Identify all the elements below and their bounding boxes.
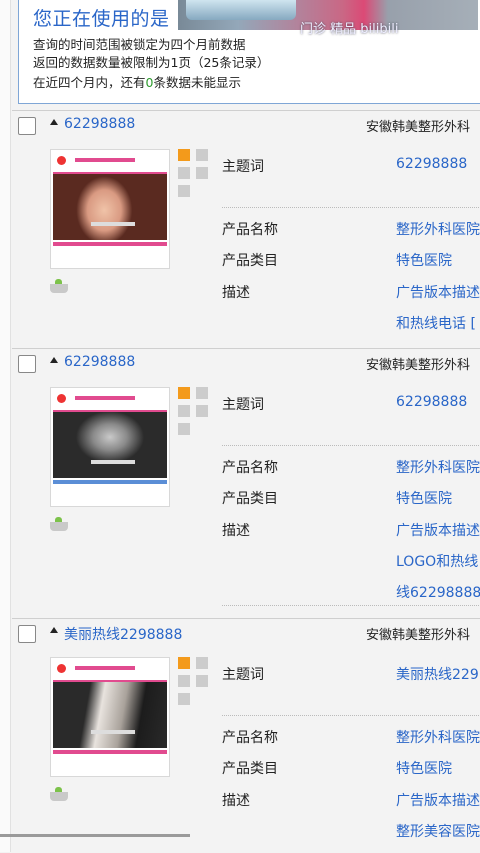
- basket-icon[interactable]: [50, 517, 68, 531]
- product-name-value[interactable]: 整形外科医院: [396, 727, 480, 747]
- category-value[interactable]: 特色医院: [396, 488, 452, 508]
- thumb-title-bar: [75, 158, 135, 162]
- description-line[interactable]: 广告版本描述: [396, 790, 480, 810]
- notice-title: 您正在使用的是: [33, 8, 170, 30]
- record-company: 安徽韩美整形外科: [366, 628, 471, 643]
- ad-thumbnail[interactable]: [50, 149, 170, 269]
- description-line[interactable]: 线62298888: [396, 582, 480, 602]
- record-header: 62298888 安徽韩美整形外科: [12, 349, 480, 377]
- record-company: 安徽韩美整形外科: [366, 358, 471, 373]
- arrow-up-icon[interactable]: [50, 627, 58, 633]
- product-name-label: 产品名称: [222, 730, 278, 746]
- description-line[interactable]: 广告版本描述: [396, 520, 480, 540]
- divider: [222, 445, 480, 446]
- thumb-header: [53, 152, 167, 174]
- record-1: 62298888 安徽韩美整形外科 主题词 62298888 产品名称 整形外科…: [12, 110, 480, 349]
- horizontal-scrollbar[interactable]: [0, 834, 190, 837]
- record-checkbox[interactable]: [18, 355, 36, 373]
- notice-line-remaining: 在近四个月内，还有0条数据未能显示: [33, 72, 241, 91]
- description-label: 描述: [222, 793, 250, 809]
- basket-icon[interactable]: [50, 279, 68, 293]
- thumb-photo: [53, 412, 167, 478]
- overlay-strip: [186, 0, 296, 20]
- record-keyword-link[interactable]: 美丽热线2298888: [64, 624, 182, 644]
- divider: [222, 715, 480, 716]
- product-name-label: 产品名称: [222, 460, 278, 476]
- record-keyword-link[interactable]: 62298888: [64, 354, 135, 370]
- notice-line-time: 查询的时间范围被锁定为四个月前数据: [33, 37, 246, 52]
- record-3: 美丽热线2298888 安徽韩美整形外科 主题词 美丽热线229 产品名称 整形…: [12, 618, 480, 853]
- thumb-pink-band: [53, 242, 167, 246]
- thumb-photo: [53, 174, 167, 240]
- description-line[interactable]: 整形美容医院: [396, 821, 480, 841]
- ad-thumbnail[interactable]: [50, 657, 170, 777]
- notice-remaining-prefix: 在近四个月内，还有: [33, 75, 146, 90]
- color-swatch-icon: [178, 387, 210, 441]
- record-header: 美丽热线2298888 安徽韩美整形外科: [12, 619, 480, 647]
- left-edge: [0, 0, 11, 852]
- keyword-value[interactable]: 62298888: [396, 156, 467, 172]
- description-label: 描述: [222, 285, 250, 301]
- category-label: 产品类目: [222, 491, 278, 507]
- description-line[interactable]: 和热线电话 [: [396, 313, 476, 333]
- divider: [222, 605, 480, 606]
- thumb-logo-icon: [57, 664, 66, 673]
- thumb-title-bar: [75, 396, 135, 400]
- divider: [222, 207, 480, 208]
- keyword-label: 主题词: [222, 159, 264, 175]
- category-label: 产品类目: [222, 761, 278, 777]
- product-name-value[interactable]: 整形外科医院: [396, 219, 480, 239]
- keyword-label: 主题词: [222, 397, 264, 413]
- record-2: 62298888 安徽韩美整形外科 主题词 62298888 产品名称 整形外科…: [12, 348, 480, 617]
- thumb-title-bar: [75, 666, 135, 670]
- description-line[interactable]: LOGO和热线: [396, 551, 478, 571]
- record-company: 安徽韩美整形外科: [366, 120, 471, 135]
- arrow-up-icon[interactable]: [50, 357, 58, 363]
- ad-thumbnail[interactable]: [50, 387, 170, 507]
- watermark: 门诊 精品 bilibili: [300, 22, 399, 37]
- arrow-up-icon[interactable]: [50, 119, 58, 125]
- category-value[interactable]: 特色医院: [396, 758, 452, 778]
- thumb-caption: [91, 460, 135, 464]
- keyword-label: 主题词: [222, 667, 264, 683]
- description-line[interactable]: 广告版本描述: [396, 282, 480, 302]
- record-header: 62298888 安徽韩美整形外科: [12, 111, 480, 139]
- thumb-caption: [91, 222, 135, 226]
- thumb-logo-icon: [57, 156, 66, 165]
- thumb-header: [53, 390, 167, 412]
- keyword-value[interactable]: 美丽热线229: [396, 664, 479, 684]
- description-label: 描述: [222, 523, 250, 539]
- color-swatch-icon: [178, 149, 210, 203]
- record-checkbox[interactable]: [18, 625, 36, 643]
- product-name-label: 产品名称: [222, 222, 278, 238]
- thumb-caption: [91, 730, 135, 734]
- category-label: 产品类目: [222, 253, 278, 269]
- keyword-value[interactable]: 62298888: [396, 394, 467, 410]
- basket-icon[interactable]: [50, 787, 68, 801]
- record-checkbox[interactable]: [18, 117, 36, 135]
- product-name-value[interactable]: 整形外科医院: [396, 457, 480, 477]
- thumb-pink-band: [53, 750, 167, 754]
- thumb-blue-band: [53, 480, 167, 484]
- thumb-header: [53, 660, 167, 682]
- thumb-photo: [53, 682, 167, 748]
- notice-line-limit: 返回的数据数量被限制为1页（25条记录）: [33, 55, 270, 70]
- color-swatch-icon: [178, 657, 210, 711]
- notice-remaining-suffix: 条数据未能显示: [153, 75, 241, 90]
- category-value[interactable]: 特色医院: [396, 250, 452, 270]
- record-keyword-link[interactable]: 62298888: [64, 116, 135, 132]
- thumb-logo-icon: [57, 394, 66, 403]
